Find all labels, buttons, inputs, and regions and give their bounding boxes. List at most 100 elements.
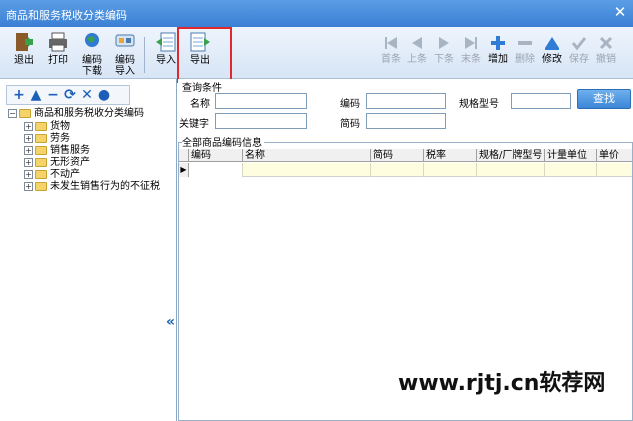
column-header[interactable]: 编码 <box>189 149 243 162</box>
column-header[interactable]: 计量单位 <box>545 149 597 162</box>
tree-item-label: 未发生销售行为的不征税 <box>50 181 160 192</box>
tree-root[interactable]: − 商品和服务税收分类编码 <box>8 108 144 120</box>
tree-item-label: 销售服务 <box>50 145 90 156</box>
table-cell[interactable] <box>371 163 424 177</box>
code-download-label-1: 编码 <box>82 55 102 66</box>
code-import-label-1: 编码 <box>115 55 135 66</box>
tree-item-label: 不动产 <box>50 169 80 180</box>
add-label: 增加 <box>488 54 508 65</box>
code-import-label-2: 导入 <box>115 66 135 77</box>
row-indicator-icon: ▶ <box>179 163 189 177</box>
globe-icon <box>85 33 99 47</box>
table-cell[interactable] <box>477 163 545 177</box>
modify-icon <box>545 37 559 50</box>
add-button[interactable]: 增加 <box>486 35 510 65</box>
tree-item-non-taxable[interactable]: + 未发生销售行为的不征税 <box>24 181 160 193</box>
table-cell[interactable] <box>545 163 597 177</box>
column-header[interactable]: 税率 <box>424 149 477 162</box>
name-label: 名称 <box>190 99 210 110</box>
tree-item-label: 无形资产 <box>50 157 90 168</box>
expand-icon[interactable]: + <box>24 133 33 143</box>
keyword-label: 关键字 <box>179 119 209 130</box>
tree-item-label: 劳务 <box>50 133 70 144</box>
shortcode-input[interactable] <box>366 113 446 129</box>
expand-icon[interactable]: + <box>24 145 33 155</box>
last-label: 末条 <box>461 54 481 65</box>
folder-icon <box>35 121 47 131</box>
tree-minus-icon[interactable]: − <box>45 87 61 103</box>
code-download-button[interactable]: 编码 下载 <box>78 31 106 77</box>
next-record-button[interactable]: 下条 <box>432 35 456 65</box>
delete-label: 删除 <box>515 54 535 65</box>
tree-item-real-estate[interactable]: + 不动产 <box>24 169 80 181</box>
first-icon <box>385 37 397 49</box>
tree-item-label: 货物 <box>50 121 70 132</box>
close-icon[interactable]: ✕ <box>611 3 629 21</box>
next-label: 下条 <box>434 54 454 65</box>
cancel-button[interactable]: 撤销 <box>594 35 618 65</box>
prev-record-button[interactable]: 上条 <box>405 35 429 65</box>
watermark: www.rjtj.cn软荐网 <box>398 371 606 396</box>
folder-icon <box>35 169 47 179</box>
import-button[interactable]: 导入 <box>152 31 180 66</box>
search-button[interactable]: 查找 <box>577 89 631 109</box>
delete-button[interactable]: 删除 <box>513 35 537 65</box>
table-cell[interactable] <box>424 163 477 177</box>
modify-button[interactable]: 修改 <box>540 35 564 65</box>
code-input[interactable] <box>366 93 446 109</box>
tree-add-icon[interactable]: + <box>11 87 27 103</box>
code-label: 编码 <box>340 99 360 110</box>
toolbar-separator <box>144 37 145 73</box>
import-label: 导入 <box>156 55 176 66</box>
next-icon <box>439 37 449 49</box>
expand-icon[interactable]: + <box>24 157 33 167</box>
title-bar: 商品和服务税收分类编码 ✕ <box>0 0 633 27</box>
tree-item-sales-service[interactable]: + 销售服务 <box>24 145 90 157</box>
folder-icon <box>35 145 47 155</box>
spec-input[interactable] <box>511 93 571 109</box>
expand-icon[interactable]: + <box>24 121 33 131</box>
tree-item-labor[interactable]: + 劳务 <box>24 133 70 145</box>
table-cell[interactable] <box>189 163 243 177</box>
cross-icon <box>599 36 613 50</box>
column-header[interactable]: 名称 <box>243 149 371 162</box>
prev-label: 上条 <box>407 54 427 65</box>
last-record-button[interactable]: 末条 <box>459 35 483 65</box>
tree-root-label: 商品和服务税收分类编码 <box>34 108 144 119</box>
expand-icon[interactable]: + <box>24 181 33 191</box>
tree-expand-icon[interactable]: ✕ <box>79 87 95 103</box>
table-row[interactable]: ▶ <box>179 163 632 177</box>
print-button[interactable]: 打印 <box>44 31 72 66</box>
tree-item-goods[interactable]: + 货物 <box>24 121 70 133</box>
tree-refresh-icon[interactable]: ⟳ <box>62 87 78 103</box>
exit-button[interactable]: 退出 <box>10 31 38 66</box>
keyword-input[interactable] <box>215 113 307 129</box>
import-icon <box>156 32 176 52</box>
tree-settings-icon[interactable]: ● <box>96 87 112 103</box>
toolbar: 退出 打印 编码 下载 编码 导入 导入 导出 首条 上条 下条 末条 增加 删… <box>0 27 633 79</box>
code-import-icon <box>115 34 135 47</box>
first-record-button[interactable]: 首条 <box>379 35 403 65</box>
header-indicator <box>179 149 189 162</box>
code-download-label-2: 下载 <box>82 66 102 77</box>
cancel-label: 撤销 <box>596 54 616 65</box>
name-input[interactable] <box>215 93 307 109</box>
save-label: 保存 <box>569 54 589 65</box>
prev-icon <box>412 37 422 49</box>
code-import-button[interactable]: 编码 导入 <box>111 31 139 77</box>
collapse-panel-icon[interactable]: « <box>166 314 175 330</box>
tree-item-intangible[interactable]: + 无形资产 <box>24 157 90 169</box>
save-button[interactable]: 保存 <box>567 35 591 65</box>
printer-icon <box>49 32 67 52</box>
column-header[interactable]: 规格/厂牌型号 <box>477 149 545 162</box>
table-cell[interactable] <box>243 163 371 177</box>
modify-label: 修改 <box>542 54 562 65</box>
column-header[interactable]: 简码 <box>371 149 424 162</box>
tree-up-icon[interactable]: ▲ <box>28 87 44 103</box>
column-header[interactable]: 单价 <box>597 149 632 162</box>
expand-icon[interactable]: + <box>24 169 33 179</box>
collapse-icon[interactable]: − <box>8 108 17 118</box>
plus-icon <box>491 36 505 50</box>
print-label: 打印 <box>48 55 68 66</box>
table-cell[interactable] <box>597 163 632 177</box>
